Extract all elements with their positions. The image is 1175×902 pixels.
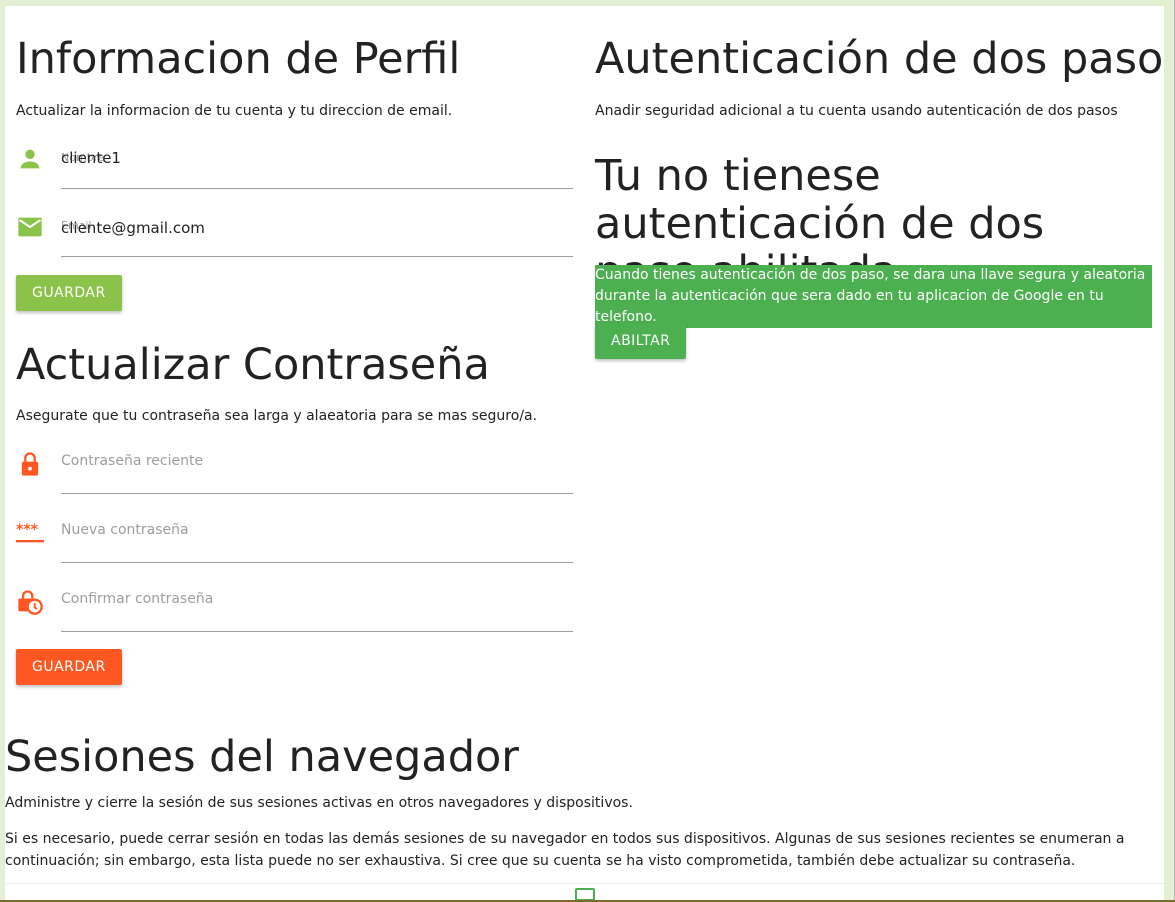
envelope-icon — [16, 213, 44, 241]
password-dots-icon: *** — [16, 519, 44, 547]
email-value[interactable]: cliente@gmail.com — [61, 219, 205, 237]
lock-clock-icon — [16, 588, 44, 616]
name-value[interactable]: cliente1 — [61, 149, 121, 167]
email-underline — [61, 256, 573, 257]
two-factor-info-box: Cuando tienes autenticación de dos paso,… — [595, 265, 1152, 328]
current-password-field[interactable]: Contraseña reciente — [16, 450, 573, 494]
sessions-description: Administre y cierre la sesión de sus ses… — [5, 795, 633, 811]
confirm-password-placeholder: Confirmar contraseña — [61, 591, 214, 607]
name-underline — [61, 188, 573, 189]
lock-icon — [16, 450, 44, 478]
password-title: Actualizar Contraseña — [16, 340, 490, 390]
person-icon — [16, 145, 44, 173]
profile-title: Informacion de Perfil — [16, 34, 461, 84]
new-password-placeholder: Nueva contraseña — [61, 522, 189, 538]
new-password-field[interactable]: *** Nueva contraseña — [16, 519, 573, 563]
confirm-password-field[interactable]: Confirmar contraseña — [16, 588, 573, 632]
email-field[interactable]: Email cliente@gmail.com — [16, 213, 573, 257]
confirm-password-underline — [61, 631, 573, 632]
current-password-underline — [61, 493, 573, 494]
enable-two-factor-button[interactable]: ABILTAR — [595, 323, 687, 359]
password-description: Asegurate que tu contraseña sea larga y … — [16, 408, 538, 424]
new-password-underline — [61, 562, 573, 563]
save-password-button[interactable]: GUARDAR — [16, 649, 122, 685]
two-factor-description: Anadir seguridad adicional a tu cuenta u… — [595, 103, 1118, 119]
name-field[interactable]: Nombre cliente1 — [16, 145, 573, 189]
sessions-explanation: Si es necesario, puede cerrar sesión en … — [5, 831, 1125, 869]
profile-page: Informacion de Perfil Actualizar la info… — [5, 6, 1164, 902]
two-factor-title: Autenticación de dos pasos — [595, 34, 1164, 84]
sessions-section: Sesiones del navegador Administre y cier… — [5, 732, 1164, 872]
save-profile-button[interactable]: GUARDAR — [16, 275, 122, 311]
current-password-placeholder: Contraseña reciente — [61, 453, 204, 469]
sessions-title: Sesiones del navegador — [5, 732, 519, 782]
svg-text:***: *** — [16, 522, 39, 538]
profile-description: Actualizar la informacion de tu cuenta y… — [16, 103, 453, 119]
